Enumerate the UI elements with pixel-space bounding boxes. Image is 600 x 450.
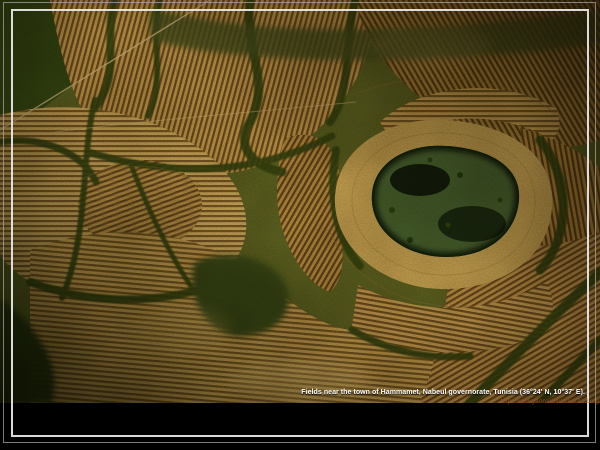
desktop-wallpaper: Fields near the town of Hammamet, Nabeul…	[0, 0, 600, 450]
aerial-photo-fields	[0, 0, 600, 403]
photo-caption: Fields near the town of Hammamet, Nabeul…	[301, 389, 585, 396]
corner-shade-bl	[0, 0, 600, 403]
photo-credit-url: http://www.yannarthusbertrand.org	[501, 399, 599, 405]
aerial-photo-illustration	[0, 0, 600, 403]
